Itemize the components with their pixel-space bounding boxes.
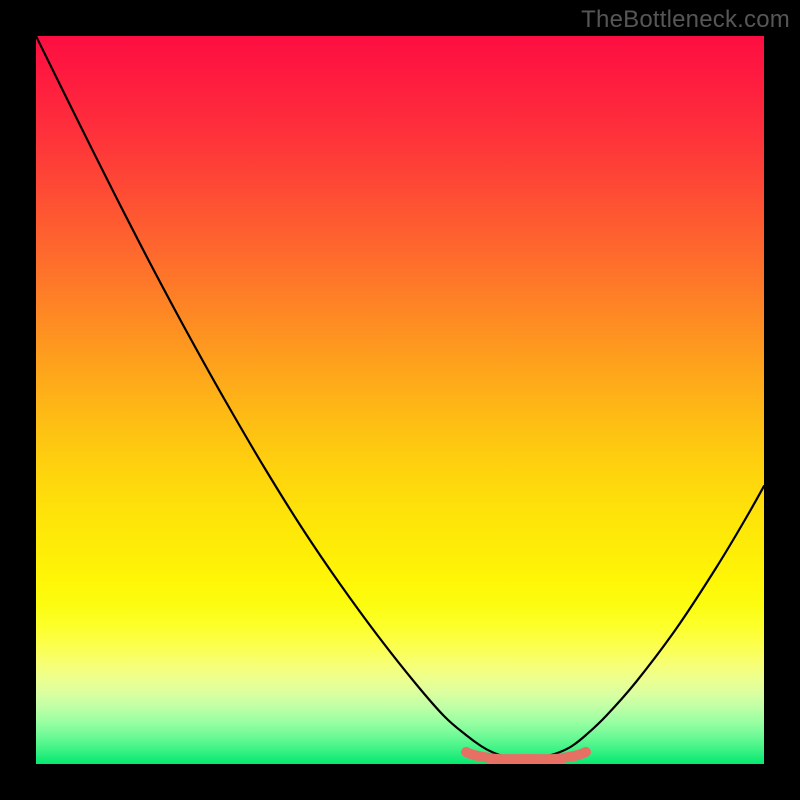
gradient-background [36,36,764,764]
bottleneck-chart [36,36,764,764]
watermark-label: TheBottleneck.com [581,6,790,34]
chart-frame [36,36,764,764]
